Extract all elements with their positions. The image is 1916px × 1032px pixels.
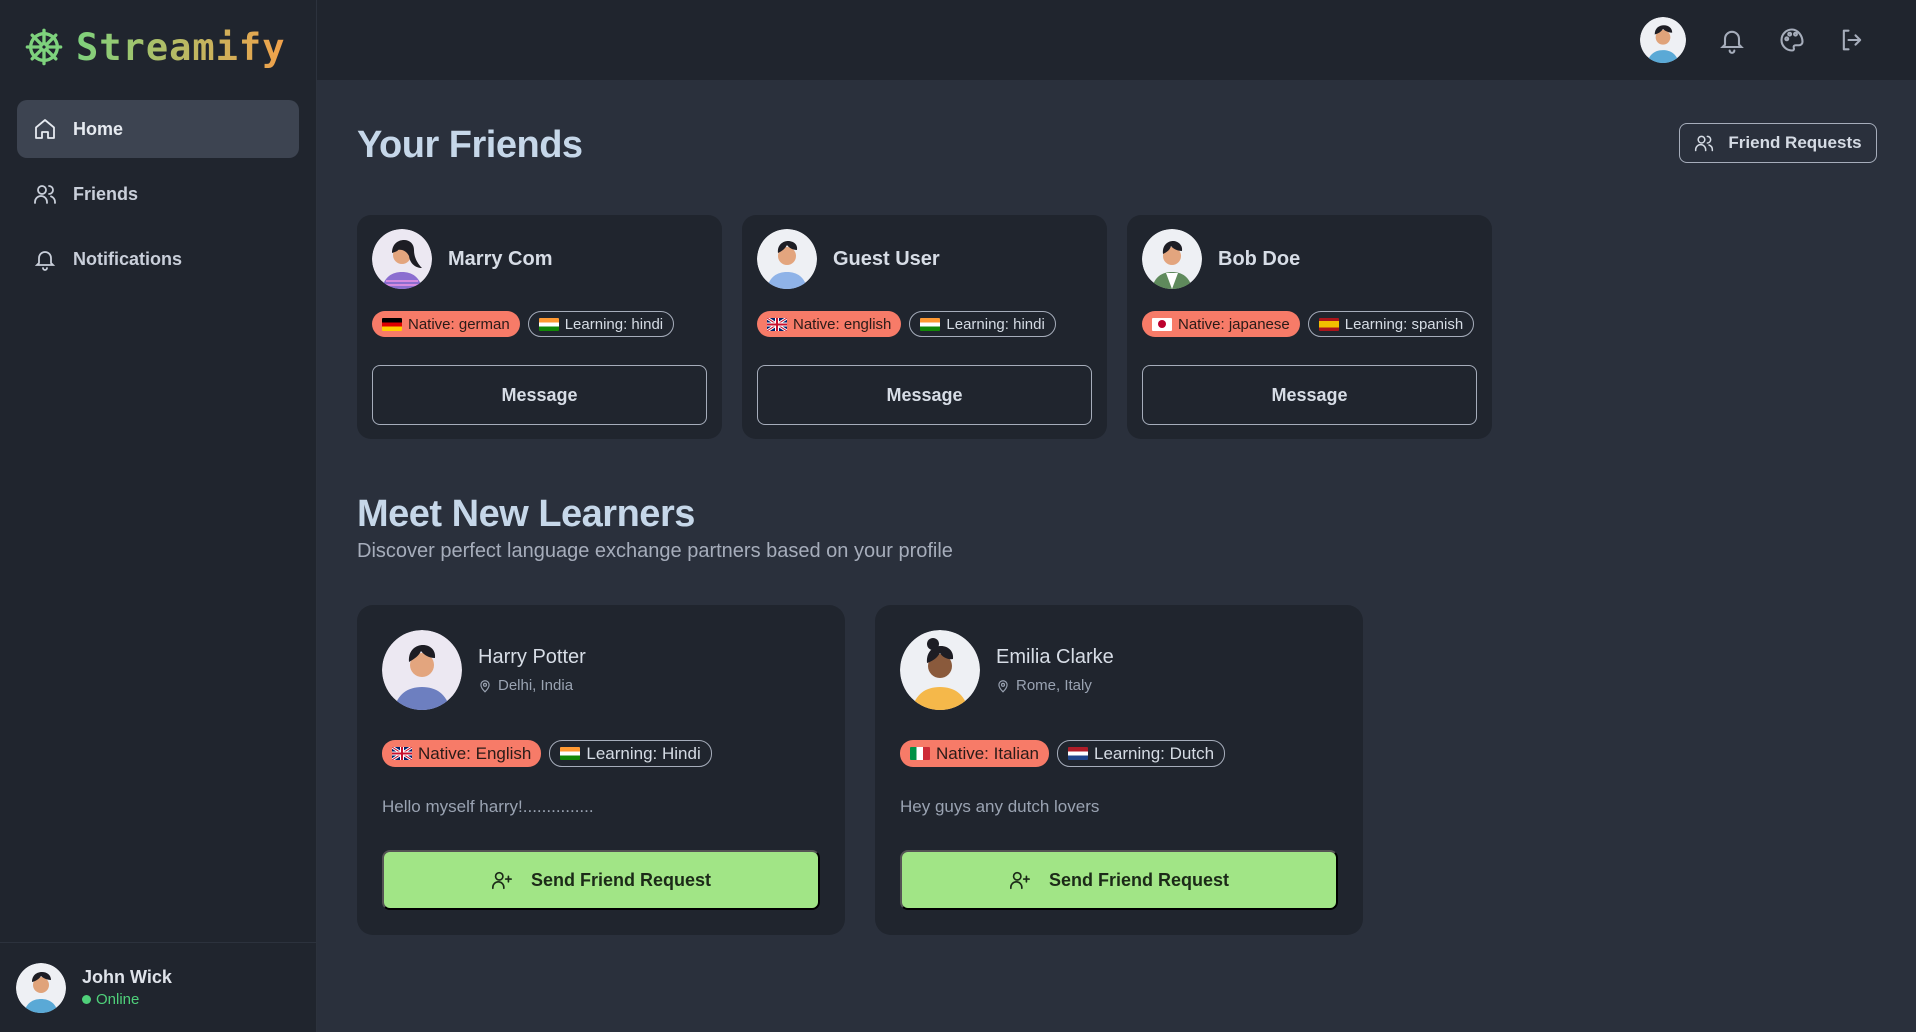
home-icon	[35, 119, 55, 139]
flag-in-icon	[538, 317, 559, 331]
sidebar: Streamify Home Friends Notifications Joh…	[0, 0, 317, 1032]
native-language-text: Native: english	[793, 315, 892, 333]
learning-language-text: Learning: hindi	[564, 315, 664, 333]
learner-card: Harry Potter Delhi, India Native: Englis…	[357, 605, 845, 935]
sidebar-item-label: Notifications	[73, 248, 183, 269]
learning-language-text: Learning: Dutch	[1094, 743, 1215, 763]
learner-bio: Hey guys any dutch lovers	[900, 797, 1100, 816]
flag-in-icon	[560, 747, 581, 760]
native-language-text: Native: Italian	[936, 743, 1039, 763]
native-language-text: Native: german	[408, 315, 510, 333]
online-status: Online	[82, 991, 172, 1008]
flag-es-icon	[1318, 317, 1339, 331]
native-language-badge: Native: Italian	[900, 740, 1049, 767]
flag-it-icon	[910, 747, 930, 760]
avatar	[382, 630, 462, 710]
learner-location: Delhi, India	[478, 677, 586, 694]
learning-language-badge: Learning: hindi	[527, 311, 675, 337]
flag-nl-icon	[1068, 747, 1088, 760]
native-language-text: Native: English	[418, 743, 532, 763]
sidebar-item-notifications[interactable]: Notifications	[17, 230, 299, 288]
user-plus-icon	[1009, 871, 1030, 890]
friend-requests-label: Friend Requests	[1728, 133, 1862, 152]
friend-card: Bob Doe Native: japanese Learning: spani…	[1127, 215, 1492, 439]
location-text: Rome, Italy	[1016, 677, 1092, 694]
friend-name: Marry Com	[448, 247, 553, 270]
learner-card: Emilia Clarke Rome, Italy Native: Italia…	[875, 605, 1363, 935]
friend-requests-button[interactable]: Friend Requests	[1679, 123, 1877, 163]
user-plus-icon	[491, 871, 512, 890]
learning-language-text: Learning: hindi	[946, 315, 1045, 333]
flag-gb-icon	[392, 747, 412, 760]
message-button[interactable]: Message	[1142, 365, 1477, 425]
friends-list: Marry Com Native: german Learning: hindi…	[357, 215, 1512, 439]
avatar	[1142, 229, 1202, 289]
learner-name: Harry Potter	[478, 646, 586, 668]
section-title: Meet New Learners	[357, 493, 695, 535]
learning-language-text: Learning: Hindi	[586, 743, 701, 763]
location-text: Delhi, India	[498, 677, 574, 694]
user-name: John Wick	[82, 967, 172, 987]
friend-card: Marry Com Native: german Learning: hindi…	[357, 215, 722, 439]
topbar	[317, 0, 1916, 80]
sidebar-item-home[interactable]: Home	[17, 100, 299, 158]
palette-icon[interactable]	[1778, 26, 1806, 54]
avatar	[757, 229, 817, 289]
send-friend-request-label: Send Friend Request	[1048, 869, 1230, 890]
learning-language-badge: Learning: Dutch	[1057, 740, 1226, 767]
send-friend-request-button[interactable]: Send Friend Request	[900, 850, 1338, 910]
bell-icon	[34, 251, 56, 271]
sidebar-item-friends[interactable]: Friends	[17, 165, 299, 223]
logo[interactable]: Streamify	[0, 0, 316, 94]
flag-gb-icon	[767, 317, 787, 331]
message-button[interactable]: Message	[757, 365, 1092, 425]
learner-bio: Hello myself harry!...............	[382, 797, 594, 816]
current-user: John Wick Online	[0, 942, 317, 1032]
profile-avatar[interactable]	[1640, 17, 1686, 63]
users-icon	[1695, 135, 1714, 152]
bell-icon[interactable]	[1718, 26, 1746, 54]
users-icon	[34, 185, 56, 204]
native-language-badge: Native: german	[372, 311, 520, 337]
send-friend-request-label: Send Friend Request	[530, 869, 712, 890]
flag-in-icon	[920, 317, 941, 331]
native-language-badge: Native: english	[757, 311, 902, 337]
map-pin-icon	[998, 679, 1008, 693]
message-button[interactable]: Message	[372, 365, 707, 425]
map-pin-icon	[480, 679, 490, 693]
native-language-text: Native: japanese	[1178, 315, 1290, 333]
status-text: Online	[96, 991, 140, 1008]
online-dot	[82, 995, 91, 1004]
flag-jp-icon	[1152, 317, 1172, 331]
learning-language-badge: Learning: hindi	[909, 311, 1056, 337]
section-subtitle: Discover perfect language exchange partn…	[357, 540, 953, 562]
learner-location: Rome, Italy	[996, 677, 1114, 694]
learning-language-text: Learning: spanish	[1344, 315, 1464, 333]
friend-name: Guest User	[833, 247, 940, 270]
ship-wheel-icon	[25, 28, 63, 66]
avatar	[372, 229, 432, 289]
page-title: Your Friends	[357, 124, 583, 166]
logout-icon[interactable]	[1838, 26, 1866, 54]
friend-name: Bob Doe	[1218, 247, 1301, 270]
friend-card: Guest User Native: english Learning: hin…	[742, 215, 1107, 439]
native-language-badge: Native: English	[382, 740, 542, 767]
sidebar-nav: Home Friends Notifications	[0, 94, 316, 301]
avatar[interactable]	[16, 962, 66, 1013]
learner-name: Emilia Clarke	[996, 646, 1114, 668]
send-friend-request-button[interactable]: Send Friend Request	[382, 850, 820, 910]
learners-list: Harry Potter Delhi, India Native: Englis…	[357, 605, 1393, 935]
sidebar-item-label: Home	[73, 118, 124, 139]
app-name: Streamify	[76, 25, 286, 69]
avatar	[900, 630, 980, 710]
learning-language-badge: Learning: spanish	[1307, 311, 1475, 337]
learning-language-badge: Learning: Hindi	[549, 740, 712, 767]
native-language-badge: Native: japanese	[1142, 311, 1300, 337]
flag-de-icon	[382, 317, 402, 331]
sidebar-item-label: Friends	[73, 183, 139, 204]
